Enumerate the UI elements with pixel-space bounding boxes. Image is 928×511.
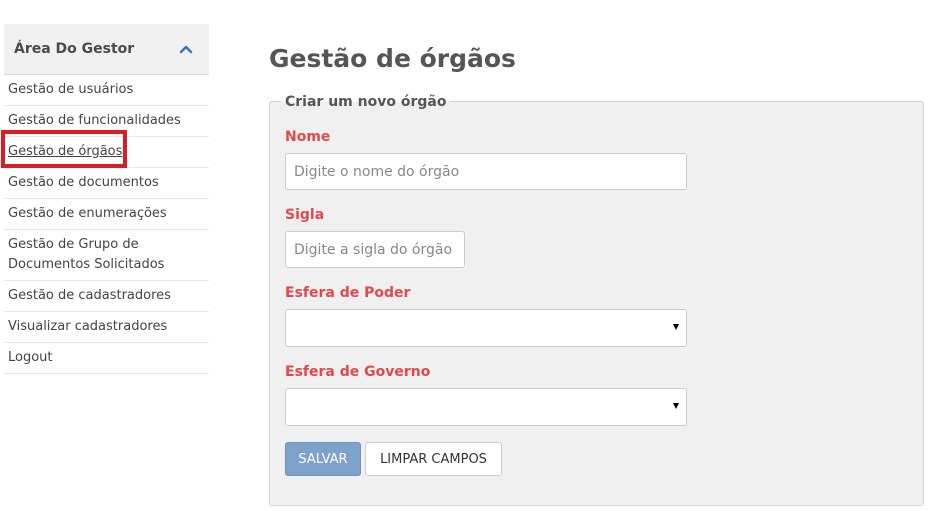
- sidebar-item-gestao-enumeracoes[interactable]: Gestão de enumerações: [4, 199, 209, 230]
- sigla-input[interactable]: [285, 231, 465, 268]
- sidebar-item-gestao-funcionalidades[interactable]: Gestão de funcionalidades: [4, 106, 209, 137]
- esfera-governo-select[interactable]: [285, 388, 687, 426]
- clear-fields-button[interactable]: LIMPAR CAMPOS: [365, 442, 502, 476]
- sidebar-item-label: Logout: [8, 350, 53, 365]
- esfera-poder-select[interactable]: [285, 309, 687, 347]
- sidebar-item-label: Gestão de documentos: [8, 175, 159, 190]
- app-root: Área Do Gestor Gestão de usuários Gestão…: [0, 0, 928, 511]
- page-title: Gestão de órgãos: [269, 44, 516, 73]
- sidebar-item-logout[interactable]: Logout: [4, 343, 209, 374]
- esfera-poder-label: Esfera de Poder: [285, 285, 411, 301]
- create-orgao-form: Criar um novo órgão Nome Sigla Esfera de…: [269, 94, 924, 506]
- nome-label: Nome: [285, 129, 331, 145]
- sidebar-item-label: Gestão de cadastradores: [8, 288, 171, 303]
- sidebar-item-gestao-orgaos[interactable]: Gestão de órgãos: [4, 137, 209, 168]
- sidebar-item-label: Gestão de funcionalidades: [8, 113, 181, 128]
- sidebar-item-visualizar-cadastradores[interactable]: Visualizar cadastradores: [4, 312, 209, 343]
- sidebar-header[interactable]: Área Do Gestor: [4, 24, 209, 75]
- sidebar-menu: Gestão de usuários Gestão de funcionalid…: [4, 75, 209, 374]
- form-legend: Criar um novo órgão: [282, 94, 450, 110]
- chevron-up-icon[interactable]: [179, 44, 193, 54]
- sidebar-item-gestao-grupo-documentos[interactable]: Gestão de Grupo de Documentos Solicitado…: [4, 230, 209, 281]
- esfera-governo-label: Esfera de Governo: [285, 364, 431, 380]
- sidebar-item-label: Gestão de órgãos: [8, 144, 123, 159]
- nome-input[interactable]: [285, 153, 687, 190]
- sidebar-title: Área Do Gestor: [14, 41, 135, 57]
- sidebar-item-label: Gestão de Grupo de Documentos Solicitado…: [8, 237, 165, 272]
- sidebar-item-label: Visualizar cadastradores: [8, 319, 168, 334]
- sigla-label: Sigla: [285, 207, 325, 223]
- sidebar: Área Do Gestor Gestão de usuários Gestão…: [4, 24, 209, 374]
- sidebar-item-gestao-documentos[interactable]: Gestão de documentos: [4, 168, 209, 199]
- sidebar-item-gestao-cadastradores[interactable]: Gestão de cadastradores: [4, 281, 209, 312]
- caret-down-icon: [673, 324, 679, 330]
- sidebar-item-label: Gestão de usuários: [8, 82, 134, 97]
- sidebar-item-label: Gestão de enumerações: [8, 206, 167, 221]
- save-button[interactable]: SALVAR: [285, 442, 361, 476]
- sidebar-item-gestao-usuarios[interactable]: Gestão de usuários: [4, 75, 209, 106]
- caret-down-icon: [673, 403, 679, 409]
